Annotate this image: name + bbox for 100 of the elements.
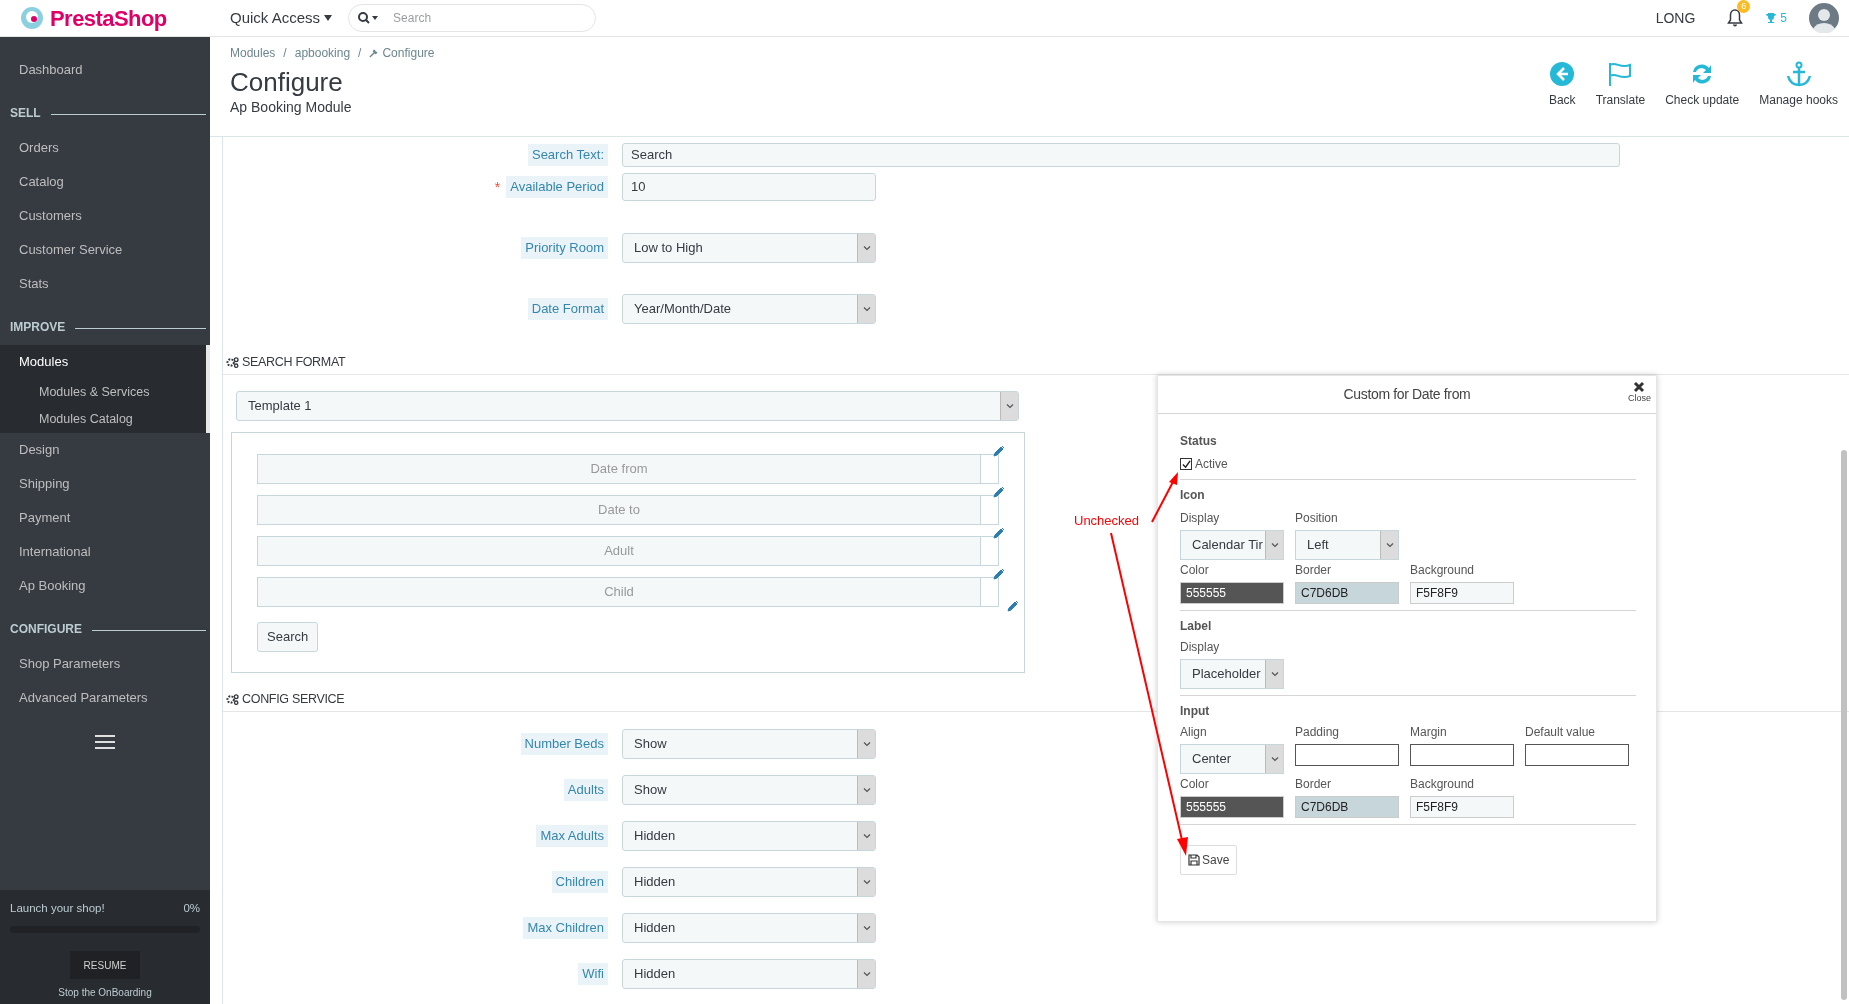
sidebar-item[interactable]: Dashboard xyxy=(0,53,210,87)
sidebar-item[interactable]: Orders xyxy=(0,131,210,165)
caret-icon xyxy=(1380,531,1398,559)
select-field[interactable]: Hidden xyxy=(622,959,876,989)
field-label: Align xyxy=(1180,724,1208,740)
select-field[interactable]: Left xyxy=(1295,530,1399,560)
toolbar-button[interactable]: Manage hooks xyxy=(1756,61,1841,109)
field-label: Margin xyxy=(1410,724,1448,740)
caret-icon xyxy=(857,914,875,942)
sidebar-item[interactable]: Shop Parameters xyxy=(0,647,210,681)
pencil-icon[interactable] xyxy=(993,486,1005,498)
field-label: Color xyxy=(1180,562,1210,578)
pencil-icon[interactable] xyxy=(993,568,1005,580)
field-label: Adults xyxy=(563,779,608,801)
sidebar-item[interactable]: Ap Booking xyxy=(0,569,210,603)
pencil-icon[interactable] xyxy=(993,527,1005,539)
scrollbar[interactable] xyxy=(1841,450,1847,1000)
search-button[interactable]: Search xyxy=(257,622,319,652)
sidebar-item[interactable]: Modules xyxy=(0,345,206,379)
breadcrumb-link[interactable]: Modules xyxy=(230,44,276,62)
color-field[interactable]: C7D6DB xyxy=(1295,796,1399,818)
logo[interactable]: PrestaShop xyxy=(50,1,167,35)
toolbar-button[interactable]: Translate xyxy=(1592,61,1649,109)
input-field[interactable] xyxy=(1295,744,1399,766)
input-field[interactable] xyxy=(1525,744,1629,766)
color-field[interactable]: F5F8F9 xyxy=(1410,796,1514,818)
caret-icon xyxy=(857,234,875,262)
notification-badge: 6 xyxy=(1737,0,1751,13)
field-label: Search Text: xyxy=(527,144,608,166)
text-field[interactable]: Search xyxy=(622,143,1620,167)
field-label: Color xyxy=(1180,776,1210,792)
check-icon xyxy=(1181,459,1191,469)
select-field[interactable]: Show xyxy=(622,729,876,759)
group-heading: Status xyxy=(1180,433,1218,450)
caret-icon xyxy=(857,295,875,323)
color-field[interactable]: F5F8F9 xyxy=(1410,582,1514,604)
sidebar-item[interactable]: International xyxy=(0,535,210,569)
field-label: Background xyxy=(1410,562,1476,578)
sidebar-item[interactable]: Customer Service xyxy=(0,233,210,267)
section-heading: IMPROVE xyxy=(10,319,66,336)
sidebar-item[interactable]: Design xyxy=(0,433,210,467)
select-field[interactable]: Hidden xyxy=(622,867,876,897)
group-heading: Icon xyxy=(1180,487,1206,504)
color-field[interactable]: C7D6DB xyxy=(1295,582,1399,604)
save-button[interactable]: Save xyxy=(1180,845,1238,875)
field-label: Default value xyxy=(1525,724,1597,740)
sidebar-item[interactable]: Catalog xyxy=(0,165,210,199)
pencil-icon[interactable] xyxy=(1007,600,1019,612)
menu-icon[interactable] xyxy=(95,735,115,749)
checkbox-label: Active xyxy=(1195,456,1228,473)
field-label: Border xyxy=(1295,562,1333,578)
sidebar-subitem[interactable]: Modules & Services xyxy=(0,379,206,406)
field-label: Max Adults xyxy=(536,825,608,847)
field-label: Number Beds xyxy=(520,733,608,755)
field-label: Padding xyxy=(1295,724,1341,740)
select-field[interactable]: Calendar Tir xyxy=(1180,530,1284,560)
close-button[interactable]: Close xyxy=(1628,381,1651,403)
user-name[interactable]: LONG xyxy=(1655,7,1696,29)
input-field[interactable] xyxy=(1410,744,1514,766)
sidebar-item[interactable]: Stats xyxy=(0,267,210,301)
quick-access-button[interactable]: Quick Access xyxy=(230,6,333,30)
sidebar-item[interactable]: Advanced Parameters xyxy=(0,681,210,715)
pencil-icon[interactable] xyxy=(993,445,1005,457)
select-field[interactable]: Placeholder xyxy=(1180,659,1284,689)
field-label: Background xyxy=(1410,776,1476,792)
color-field[interactable]: 555555 xyxy=(1180,796,1284,818)
resume-button[interactable]: RESUME xyxy=(70,951,140,980)
breadcrumb-link[interactable]: apbooking xyxy=(294,44,351,62)
bell-icon[interactable] xyxy=(1727,9,1744,27)
sidebar-item[interactable]: Payment xyxy=(0,501,210,535)
trophy-count: 5 xyxy=(1780,10,1787,27)
toolbar-button[interactable]: Back xyxy=(1545,61,1579,109)
trophy-icon[interactable] xyxy=(1765,12,1778,24)
color-field[interactable]: 555555 xyxy=(1180,582,1284,604)
sidebar-subitem[interactable]: Modules Catalog xyxy=(0,406,206,433)
toolbar-button[interactable]: Check update xyxy=(1662,61,1743,109)
section-heading: CONFIGURE xyxy=(10,621,82,638)
select-field[interactable]: Template 1 xyxy=(236,391,1019,421)
select-field[interactable]: Year/Month/Date xyxy=(622,294,876,324)
field-label: Available Period xyxy=(506,176,608,198)
sidebar-item[interactable]: Customers xyxy=(0,199,210,233)
select-field[interactable]: Low to High xyxy=(622,233,876,263)
page-subtitle: Ap Booking Module xyxy=(230,98,353,116)
search-input[interactable]: Search xyxy=(393,9,554,27)
stop-onboarding-link[interactable]: Stop the OnBoarding xyxy=(58,985,152,1001)
sidebar-item[interactable]: Shipping xyxy=(0,467,210,501)
text-field[interactable]: 10 xyxy=(622,173,876,201)
select-field[interactable]: Hidden xyxy=(622,913,876,943)
checkbox[interactable] xyxy=(1180,458,1192,470)
breadcrumb-link[interactable]: Configure xyxy=(382,44,435,62)
onboarding-label: Launch your shop! xyxy=(10,901,105,916)
breadcrumb-separator: / xyxy=(283,45,287,62)
caret-icon xyxy=(1265,745,1283,773)
select-field[interactable]: Center xyxy=(1180,744,1284,774)
logo-icon xyxy=(20,6,44,30)
avatar-icon[interactable] xyxy=(1809,3,1839,33)
field-label: Priority Room xyxy=(521,237,608,259)
select-field[interactable]: Hidden xyxy=(622,821,876,851)
caret-icon xyxy=(1265,660,1283,688)
select-field[interactable]: Show xyxy=(622,775,876,805)
